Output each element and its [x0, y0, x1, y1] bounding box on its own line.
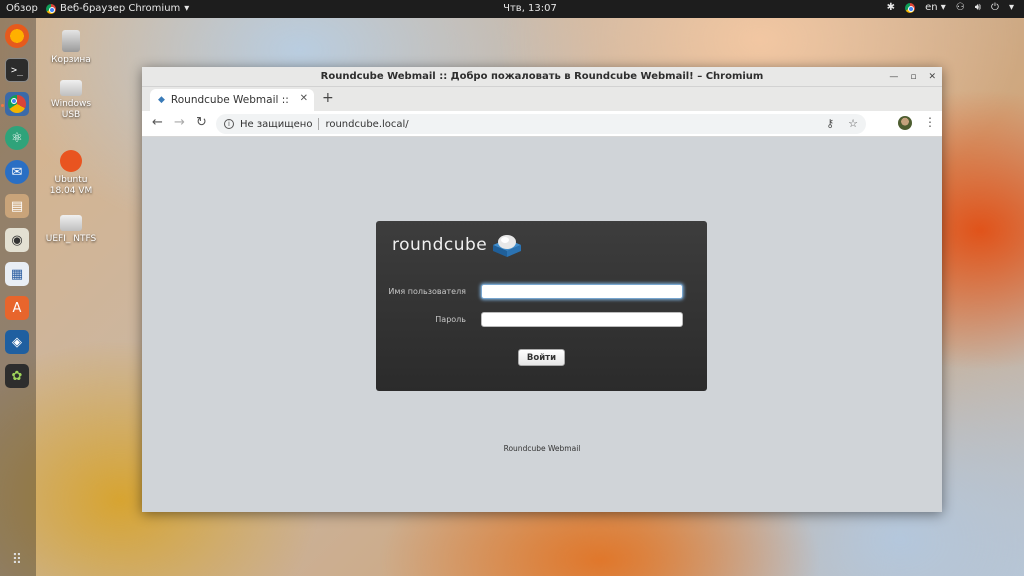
- username-label: Имя пользователя: [388, 287, 466, 296]
- tab-bar: ◆ Roundcube Webmail :: Добро пожаловать …: [142, 87, 942, 111]
- password-label: Пароль: [435, 315, 466, 324]
- roundcube-box-icon: [493, 235, 522, 257]
- page-content: roundcube Имя пользователя Пароль Войти …: [142, 137, 942, 512]
- browser-toolbar: ← → ↻ i Не защищено roundcube.local/ ⚷ ☆…: [142, 111, 942, 137]
- menu-icon[interactable]: ⋮: [924, 115, 936, 129]
- roundcube-favicon: ◆: [158, 95, 165, 105]
- trash-icon: [62, 30, 80, 52]
- desktop-icon-trash[interactable]: Корзина: [41, 30, 101, 66]
- drive-icon: [60, 80, 82, 96]
- software-center-icon[interactable]: A: [5, 296, 29, 320]
- forward-icon[interactable]: →: [174, 115, 185, 130]
- info-icon[interactable]: i: [224, 119, 234, 129]
- security-label[interactable]: Не защищено: [240, 119, 312, 130]
- system-tray: ✱ en ▾ ⚇ 🔊︎ ⏻ ▾: [887, 2, 1014, 13]
- login-box: roundcube Имя пользователя Пароль Войти: [376, 221, 707, 391]
- show-applications-icon[interactable]: ⠿: [5, 548, 29, 572]
- close-icon[interactable]: ✕: [928, 67, 936, 87]
- bookmark-star-icon[interactable]: ☆: [848, 117, 858, 130]
- minimize-icon[interactable]: —: [889, 67, 898, 87]
- accessibility-icon[interactable]: ✱: [887, 2, 895, 13]
- active-indicator: [1, 104, 4, 107]
- footer-text: Roundcube Webmail: [503, 444, 581, 453]
- top-bar: Обзор Веб-браузер Chromium ▾ Чтв, 13:07 …: [0, 0, 1024, 18]
- url-text[interactable]: roundcube.local/: [325, 119, 408, 130]
- new-tab-button[interactable]: +: [322, 90, 334, 106]
- thunderbird-icon[interactable]: ✉: [5, 160, 29, 184]
- inkscape-icon[interactable]: ✿: [5, 364, 29, 388]
- dock: >_ ⚛ ✉ ▤ ◉ ▦ A ◈ ✿ ⠿: [0, 18, 36, 576]
- back-icon[interactable]: ←: [152, 115, 163, 130]
- clock[interactable]: Чтв, 13:07: [0, 3, 1024, 14]
- chromium-dock-icon[interactable]: [5, 92, 29, 116]
- username-input[interactable]: [481, 284, 683, 299]
- network-icon[interactable]: ⚇: [956, 2, 965, 13]
- login-button[interactable]: Войти: [518, 349, 565, 366]
- tab-close-icon[interactable]: ✕: [300, 93, 308, 104]
- virtualbox-icon[interactable]: ◈: [5, 330, 29, 354]
- window-controls: — ▫ ✕: [889, 67, 936, 87]
- drive-icon: [60, 215, 82, 231]
- window-title: Roundcube Webmail :: Добро пожаловать в …: [320, 71, 764, 82]
- libreoffice-writer-icon[interactable]: ▦: [5, 262, 29, 286]
- key-icon[interactable]: ⚷: [826, 117, 834, 130]
- password-input[interactable]: [481, 312, 683, 327]
- omnibox-actions: ⚷ ☆: [826, 117, 858, 130]
- power-icon[interactable]: ⏻: [991, 2, 999, 13]
- logo-text: roundcube: [392, 235, 488, 255]
- chromium-tray-icon[interactable]: [905, 2, 916, 13]
- profile-avatar[interactable]: [898, 116, 912, 130]
- browser-window: Roundcube Webmail :: Добро пожаловать в …: [142, 67, 942, 512]
- reload-icon[interactable]: ↻: [196, 115, 207, 130]
- chevron-down-icon[interactable]: ▾: [1009, 2, 1014, 13]
- maximize-icon[interactable]: ▫: [910, 67, 916, 87]
- desktop-icon-windows-usb[interactable]: Windows USB: [41, 80, 101, 121]
- files-icon[interactable]: ▤: [5, 194, 29, 218]
- tab-roundcube[interactable]: ◆ Roundcube Webmail :: Добро пожаловать …: [150, 89, 314, 111]
- divider: [318, 118, 320, 130]
- firefox-icon[interactable]: [5, 24, 29, 48]
- rhythmbox-icon[interactable]: ◉: [5, 228, 29, 252]
- desktop-icon-ubuntu-vm[interactable]: Ubuntu 18.04 VM: [41, 150, 101, 197]
- window-titlebar[interactable]: Roundcube Webmail :: Добро пожаловать в …: [142, 67, 942, 87]
- language-indicator[interactable]: en ▾: [925, 2, 946, 13]
- atom-icon[interactable]: ⚛: [5, 126, 29, 150]
- roundcube-logo: roundcube: [392, 233, 523, 257]
- tab-title: Roundcube Webmail :: Добро пожаловать в …: [170, 94, 289, 106]
- terminal-icon[interactable]: >_: [5, 58, 29, 82]
- volume-icon[interactable]: 🔊︎: [975, 2, 981, 13]
- address-bar[interactable]: i Не защищено roundcube.local/ ⚷ ☆: [216, 114, 866, 134]
- desktop-icon-uefi-ntfs[interactable]: UEFI_ NTFS: [41, 215, 101, 245]
- ubuntu-icon: [60, 150, 82, 172]
